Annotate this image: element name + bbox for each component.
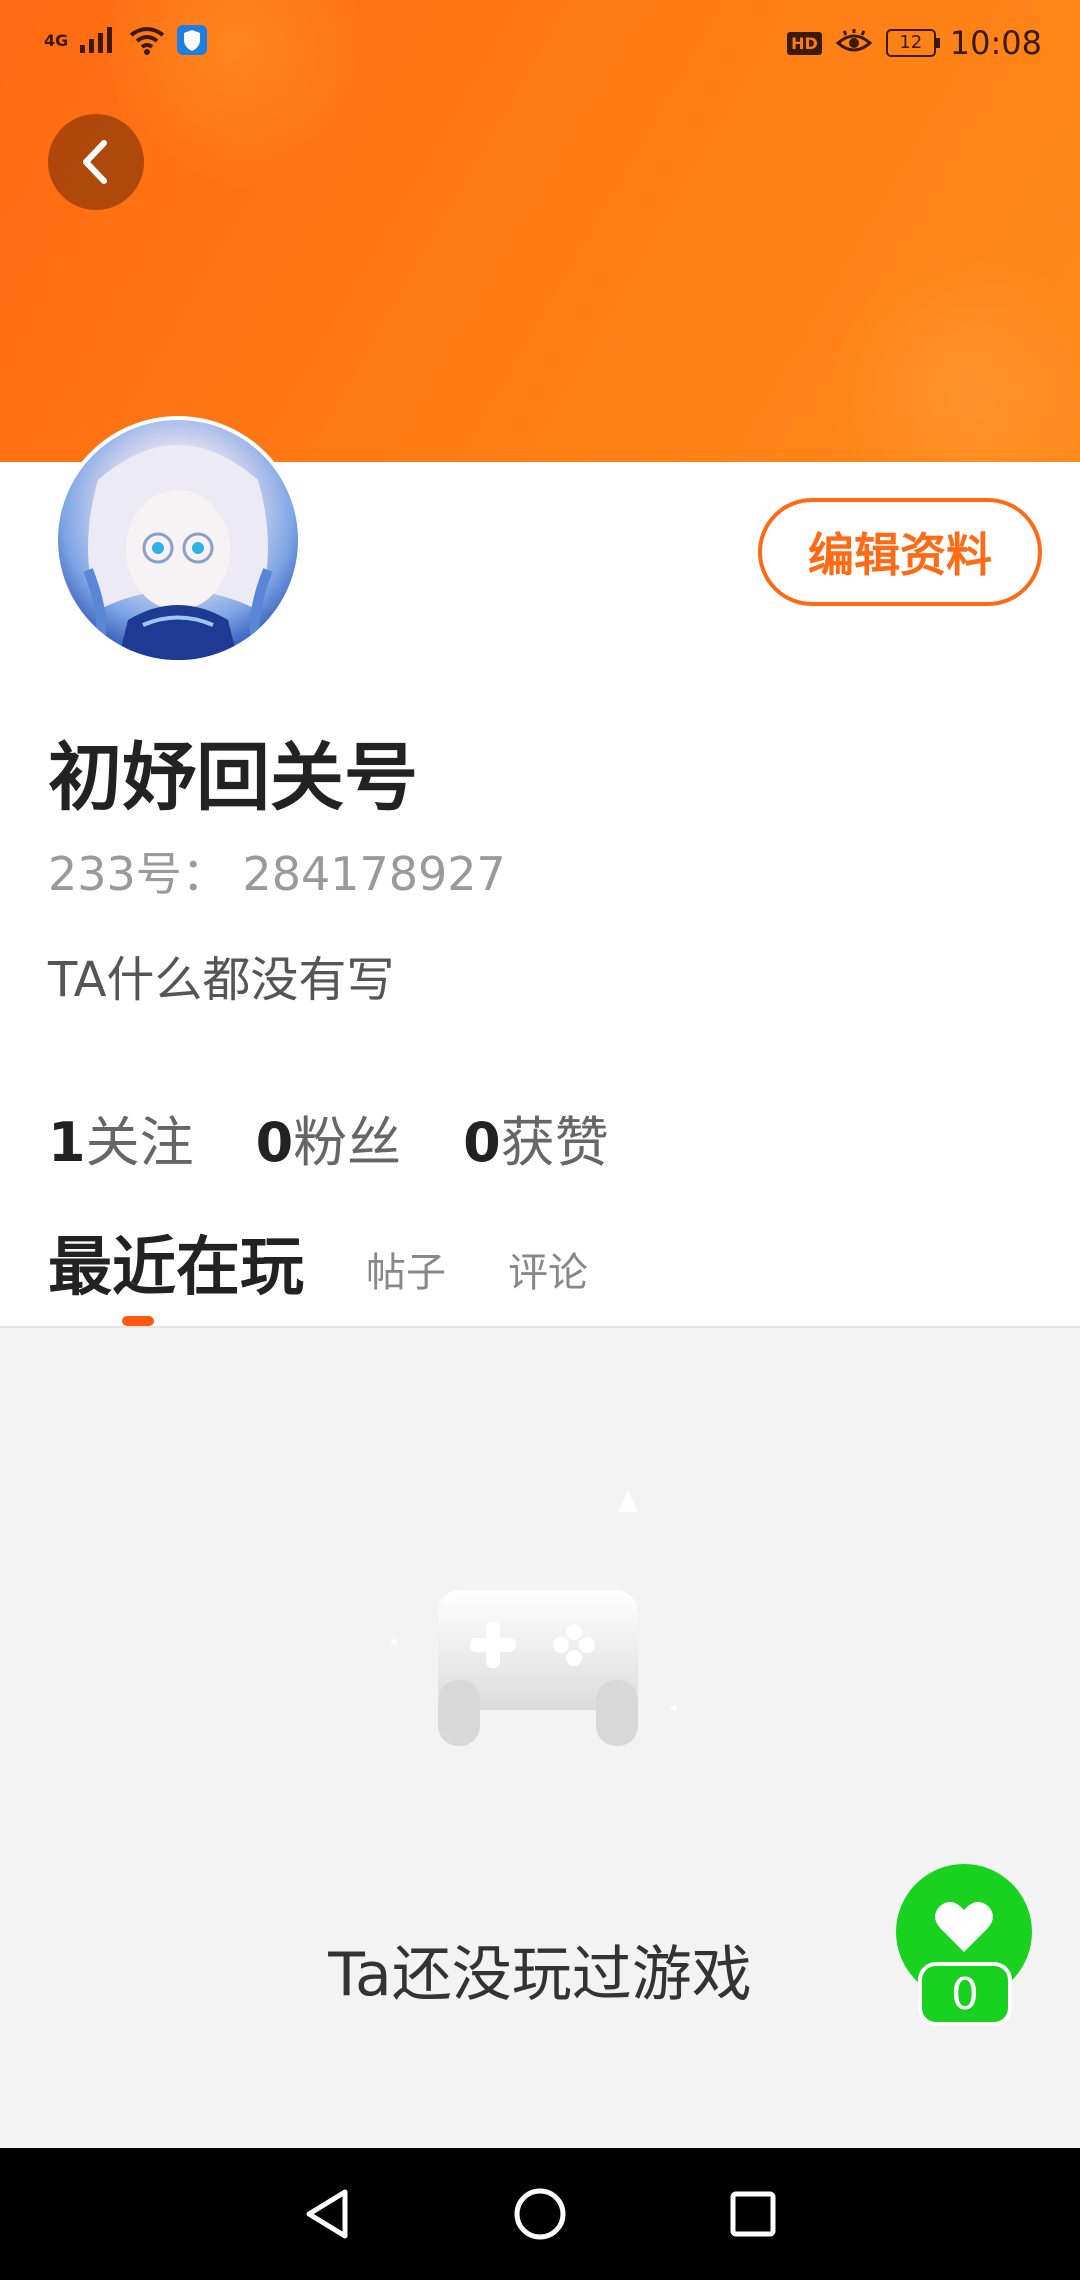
tab-posts[interactable]: 帖子 bbox=[366, 1240, 446, 1308]
tab-recently-played[interactable]: 最近在玩 bbox=[48, 1216, 304, 1308]
profile-tabs: 最近在玩 帖子 评论 bbox=[48, 1216, 588, 1308]
likes-label: 获赞 bbox=[500, 1111, 609, 1174]
tab-comments[interactable]: 评论 bbox=[508, 1240, 588, 1308]
home-circle-icon[interactable] bbox=[512, 2186, 568, 2242]
user-id: 233号： 284178927 bbox=[48, 847, 506, 901]
system-navigation-bar bbox=[0, 2148, 1080, 2280]
following-stat[interactable]: 1关注 bbox=[48, 1098, 194, 1177]
active-tab-indicator bbox=[122, 1316, 154, 1326]
battery-indicator: 12 bbox=[885, 29, 940, 57]
followers-stat[interactable]: 0粉丝 bbox=[256, 1098, 402, 1177]
banner-decoration bbox=[820, 260, 1080, 462]
back-triangle-icon[interactable] bbox=[299, 2186, 355, 2242]
back-button[interactable] bbox=[48, 114, 144, 210]
following-label: 关注 bbox=[85, 1111, 194, 1174]
recents-square-icon[interactable] bbox=[725, 2186, 781, 2242]
profile-stats: 1关注 0粉丝 0获赞 bbox=[48, 1098, 609, 1177]
shield-icon bbox=[177, 25, 208, 55]
followers-label: 粉丝 bbox=[293, 1111, 402, 1174]
wifi-icon bbox=[130, 27, 165, 55]
likes-stat[interactable]: 0获赞 bbox=[463, 1098, 609, 1177]
profile-name: 初妤回关号 bbox=[48, 735, 418, 821]
heart-icon bbox=[935, 1901, 993, 1952]
network-type: 4G bbox=[44, 30, 69, 50]
following-count: 1 bbox=[48, 1111, 86, 1174]
edit-profile-button[interactable]: 编辑资料 bbox=[758, 498, 1042, 606]
gamepad-icon bbox=[391, 1490, 677, 1746]
followers-count: 0 bbox=[255, 1111, 294, 1174]
likes-count: 0 bbox=[463, 1111, 501, 1174]
clock: 10:08 bbox=[949, 24, 1042, 62]
divider bbox=[0, 1326, 1080, 1328]
avatar-illustration bbox=[83, 445, 273, 660]
chevron-left-icon bbox=[83, 140, 107, 184]
like-count-badge: 0 bbox=[918, 1962, 1012, 2026]
eye-comfort-icon bbox=[835, 29, 872, 52]
avatar[interactable] bbox=[54, 416, 302, 664]
status-bar: 4G HD 12 10:08 bbox=[0, 0, 1080, 92]
profile-bio: TA什么都没有写 bbox=[48, 952, 395, 1008]
signal-icon bbox=[80, 27, 113, 53]
hd-badge: HD bbox=[787, 31, 822, 55]
